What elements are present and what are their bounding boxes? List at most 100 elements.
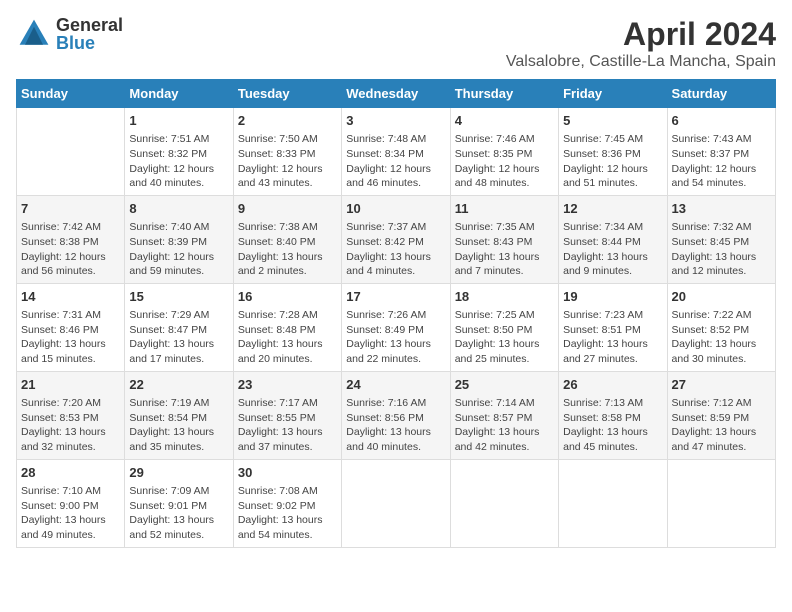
day-detail: Sunrise: 7:48 AMSunset: 8:34 PMDaylight:…	[346, 132, 445, 191]
day-header: Tuesday	[233, 80, 341, 108]
day-number: 4	[455, 112, 554, 130]
day-detail: Sunrise: 7:28 AMSunset: 8:48 PMDaylight:…	[238, 308, 337, 367]
day-detail: Sunrise: 7:08 AMSunset: 9:02 PMDaylight:…	[238, 484, 337, 543]
day-number: 10	[346, 200, 445, 218]
calendar-cell: 10 Sunrise: 7:37 AMSunset: 8:42 PMDayligh…	[342, 195, 450, 283]
day-number: 13	[672, 200, 771, 218]
day-number: 24	[346, 376, 445, 394]
calendar-cell: 11 Sunrise: 7:35 AMSunset: 8:43 PMDayligh…	[450, 195, 558, 283]
day-detail: Sunrise: 7:31 AMSunset: 8:46 PMDaylight:…	[21, 308, 120, 367]
calendar-cell: 6 Sunrise: 7:43 AMSunset: 8:37 PMDaylight…	[667, 108, 775, 196]
calendar-cell: 8 Sunrise: 7:40 AMSunset: 8:39 PMDaylight…	[125, 195, 233, 283]
day-number: 30	[238, 464, 337, 482]
calendar-cell: 29 Sunrise: 7:09 AMSunset: 9:01 PMDayligh…	[125, 459, 233, 547]
day-detail: Sunrise: 7:51 AMSunset: 8:32 PMDaylight:…	[129, 132, 228, 191]
day-detail: Sunrise: 7:42 AMSunset: 8:38 PMDaylight:…	[21, 220, 120, 279]
calendar-cell: 4 Sunrise: 7:46 AMSunset: 8:35 PMDaylight…	[450, 108, 558, 196]
day-header: Saturday	[667, 80, 775, 108]
calendar-cell: 15Sunrise: 7:29 AMSunset: 8:47 PMDayligh…	[125, 283, 233, 371]
logo-text: General Blue	[56, 16, 123, 52]
logo-line2: Blue	[56, 34, 123, 52]
calendar-cell: 9 Sunrise: 7:38 AMSunset: 8:40 PMDaylight…	[233, 195, 341, 283]
calendar-cell: 22 Sunrise: 7:19 AMSunset: 8:54 PMDayligh…	[125, 371, 233, 459]
day-detail: Sunrise: 7:25 AMSunset: 8:50 PMDaylight:…	[455, 308, 554, 367]
day-number: 23	[238, 376, 337, 394]
calendar-cell: 3 Sunrise: 7:48 AMSunset: 8:34 PMDaylight…	[342, 108, 450, 196]
day-number: 25	[455, 376, 554, 394]
day-detail: Sunrise: 7:32 AMSunset: 8:45 PMDaylight:…	[672, 220, 771, 279]
day-detail: Sunrise: 7:37 AMSunset: 8:42 PMDaylight:…	[346, 220, 445, 279]
day-number: 12	[563, 200, 662, 218]
day-number: 7	[21, 200, 120, 218]
day-detail: Sunrise: 7:29 AMSunset: 8:47 PMDaylight:…	[129, 308, 228, 367]
day-number: 17	[346, 288, 445, 306]
calendar-table: SundayMondayTuesdayWednesdayThursdayFrid…	[16, 79, 776, 548]
day-header: Sunday	[17, 80, 125, 108]
page-title: April 2024	[506, 16, 776, 53]
day-detail: Sunrise: 7:16 AMSunset: 8:56 PMDaylight:…	[346, 396, 445, 455]
day-detail: Sunrise: 7:12 AMSunset: 8:59 PMDaylight:…	[672, 396, 771, 455]
calendar-cell: 20Sunrise: 7:22 AMSunset: 8:52 PMDayligh…	[667, 283, 775, 371]
day-header: Monday	[125, 80, 233, 108]
day-number: 21	[21, 376, 120, 394]
day-number: 2	[238, 112, 337, 130]
day-number: 16	[238, 288, 337, 306]
calendar-cell: 21 Sunrise: 7:20 AMSunset: 8:53 PMDayligh…	[17, 371, 125, 459]
logo-icon	[16, 16, 52, 52]
day-detail: Sunrise: 7:38 AMSunset: 8:40 PMDaylight:…	[238, 220, 337, 279]
calendar-cell: 16 Sunrise: 7:28 AMSunset: 8:48 PMDayligh…	[233, 283, 341, 371]
day-number: 22	[129, 376, 228, 394]
calendar-week-row: 7 Sunrise: 7:42 AMSunset: 8:38 PMDaylight…	[17, 195, 776, 283]
day-number: 19	[563, 288, 662, 306]
calendar-cell: 17 Sunrise: 7:26 AMSunset: 8:49 PMDayligh…	[342, 283, 450, 371]
day-number: 29	[129, 464, 228, 482]
day-number: 5	[563, 112, 662, 130]
calendar-cell	[342, 459, 450, 547]
day-detail: Sunrise: 7:09 AMSunset: 9:01 PMDaylight:…	[129, 484, 228, 543]
calendar-week-row: 28Sunrise: 7:10 AMSunset: 9:00 PMDayligh…	[17, 459, 776, 547]
logo-line1: General	[56, 16, 123, 34]
calendar-cell: 5Sunrise: 7:45 AMSunset: 8:36 PMDaylight…	[559, 108, 667, 196]
calendar-cell: 1Sunrise: 7:51 AMSunset: 8:32 PMDaylight…	[125, 108, 233, 196]
calendar-cell: 27 Sunrise: 7:12 AMSunset: 8:59 PMDayligh…	[667, 371, 775, 459]
calendar-cell: 7 Sunrise: 7:42 AMSunset: 8:38 PMDaylight…	[17, 195, 125, 283]
header-row: SundayMondayTuesdayWednesdayThursdayFrid…	[17, 80, 776, 108]
day-number: 26	[563, 376, 662, 394]
day-detail: Sunrise: 7:23 AMSunset: 8:51 PMDaylight:…	[563, 308, 662, 367]
calendar-cell: 13 Sunrise: 7:32 AMSunset: 8:45 PMDayligh…	[667, 195, 775, 283]
day-header: Friday	[559, 80, 667, 108]
day-number: 27	[672, 376, 771, 394]
calendar-week-row: 21 Sunrise: 7:20 AMSunset: 8:53 PMDayligh…	[17, 371, 776, 459]
day-detail: Sunrise: 7:40 AMSunset: 8:39 PMDaylight:…	[129, 220, 228, 279]
calendar-cell: 14 Sunrise: 7:31 AMSunset: 8:46 PMDayligh…	[17, 283, 125, 371]
day-number: 6	[672, 112, 771, 130]
calendar-cell	[450, 459, 558, 547]
calendar-cell: 26 Sunrise: 7:13 AMSunset: 8:58 PMDayligh…	[559, 371, 667, 459]
day-number: 9	[238, 200, 337, 218]
day-detail: Sunrise: 7:13 AMSunset: 8:58 PMDaylight:…	[563, 396, 662, 455]
calendar-cell: 28Sunrise: 7:10 AMSunset: 9:00 PMDayligh…	[17, 459, 125, 547]
calendar-week-row: 14 Sunrise: 7:31 AMSunset: 8:46 PMDayligh…	[17, 283, 776, 371]
calendar-cell: 19 Sunrise: 7:23 AMSunset: 8:51 PMDayligh…	[559, 283, 667, 371]
title-block: April 2024 Valsalobre, Castille-La Manch…	[506, 16, 776, 71]
day-detail: Sunrise: 7:46 AMSunset: 8:35 PMDaylight:…	[455, 132, 554, 191]
day-detail: Sunrise: 7:34 AMSunset: 8:44 PMDaylight:…	[563, 220, 662, 279]
day-detail: Sunrise: 7:20 AMSunset: 8:53 PMDaylight:…	[21, 396, 120, 455]
calendar-cell: 12 Sunrise: 7:34 AMSunset: 8:44 PMDayligh…	[559, 195, 667, 283]
calendar-cell	[559, 459, 667, 547]
day-detail: Sunrise: 7:26 AMSunset: 8:49 PMDaylight:…	[346, 308, 445, 367]
day-detail: Sunrise: 7:43 AMSunset: 8:37 PMDaylight:…	[672, 132, 771, 191]
logo: General Blue	[16, 16, 123, 52]
day-detail: Sunrise: 7:14 AMSunset: 8:57 PMDaylight:…	[455, 396, 554, 455]
calendar-cell: 18Sunrise: 7:25 AMSunset: 8:50 PMDayligh…	[450, 283, 558, 371]
page-header: General Blue April 2024 Valsalobre, Cast…	[16, 16, 776, 71]
day-number: 8	[129, 200, 228, 218]
day-number: 11	[455, 200, 554, 218]
calendar-cell: 30 Sunrise: 7:08 AMSunset: 9:02 PMDayligh…	[233, 459, 341, 547]
day-detail: Sunrise: 7:10 AMSunset: 9:00 PMDaylight:…	[21, 484, 120, 543]
day-number: 3	[346, 112, 445, 130]
day-detail: Sunrise: 7:19 AMSunset: 8:54 PMDaylight:…	[129, 396, 228, 455]
page-subtitle: Valsalobre, Castille-La Mancha, Spain	[506, 53, 776, 71]
day-detail: Sunrise: 7:35 AMSunset: 8:43 PMDaylight:…	[455, 220, 554, 279]
day-number: 14	[21, 288, 120, 306]
